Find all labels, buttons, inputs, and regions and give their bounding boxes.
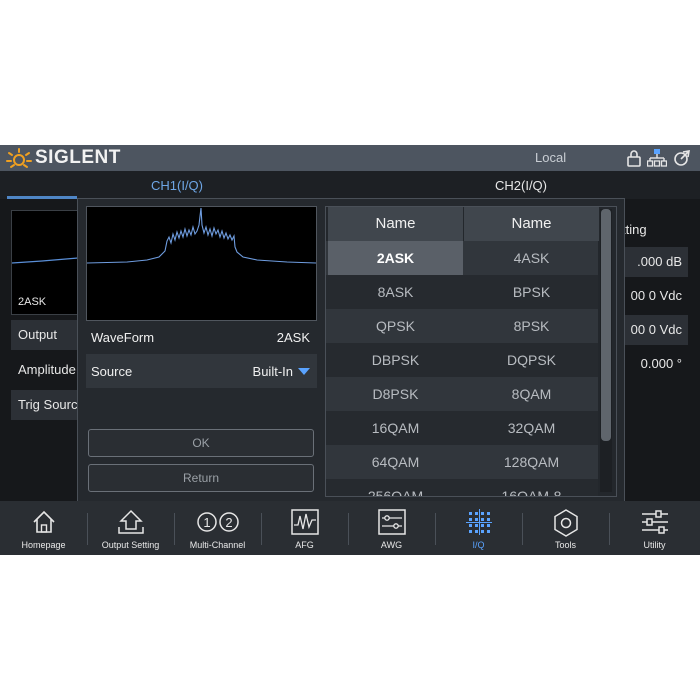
list-item[interactable]: BPSK — [464, 275, 599, 309]
nav-iq[interactable]: I/Q — [435, 501, 522, 555]
dropdown-arrow-icon — [298, 368, 310, 375]
setting-value-4[interactable]: 0.000 ° — [620, 349, 688, 379]
list-item[interactable]: D8PSK — [328, 377, 463, 411]
channel-tabs: CH1(I/Q) CH2(I/Q) — [0, 171, 700, 199]
list-item[interactable]: DQPSK — [464, 343, 599, 377]
list-item[interactable]: 8QAM — [464, 377, 599, 411]
list-item[interactable]: 32QAM — [464, 411, 599, 445]
home-icon — [32, 510, 55, 533]
nav-multi-channel[interactable]: 1 2 Multi-Channel — [174, 501, 261, 555]
waveform-spectrum-preview — [86, 206, 317, 321]
list-item[interactable]: 128QAM — [464, 445, 599, 479]
utility-sliders-icon — [641, 510, 668, 534]
list-row: 256QAM 16QAM-8 — [326, 479, 599, 496]
list-row: 2ASK 4ASK — [326, 241, 598, 275]
list-row: QPSK 8PSK — [326, 309, 598, 343]
waveform-row: WaveForm 2ASK — [86, 320, 317, 354]
preview-label: 2ASK — [18, 296, 47, 308]
waveform-list: Name Name 2ASK 4ASK 8ASK BPSK QPSK 8PSK … — [325, 206, 617, 497]
tools-icon — [553, 509, 578, 537]
output-row[interactable]: Output — [11, 320, 77, 350]
nav-homepage[interactable]: Homepage — [0, 501, 87, 555]
spectrum-trace — [86, 207, 317, 264]
top-bar: SIGLENT Local — [0, 145, 700, 171]
network-icon[interactable] — [647, 148, 667, 168]
list-row: 8ASK BPSK — [326, 275, 598, 309]
tab-ch1[interactable]: CH1(I/Q) — [151, 178, 203, 193]
list-item[interactable]: DBPSK — [328, 343, 463, 377]
list-row: DBPSK DQPSK — [326, 343, 598, 377]
svg-text:1: 1 — [203, 515, 210, 530]
list-item-selected[interactable]: 2ASK — [328, 241, 463, 275]
nav-tools[interactable]: Tools — [522, 501, 609, 555]
settings-title: tting — [622, 222, 647, 237]
active-tab-indicator — [7, 196, 77, 199]
waveform-value: 2ASK — [276, 330, 310, 345]
lock-icon[interactable] — [624, 148, 644, 168]
awg-icon — [377, 509, 406, 535]
amplitude-row[interactable]: Amplitude — [11, 355, 77, 385]
svg-text:2: 2 — [225, 515, 232, 530]
list-item[interactable]: 256QAM — [328, 479, 463, 496]
list-item[interactable]: 8PSK — [464, 309, 599, 343]
setting-value-3[interactable]: 00 0 Vdc — [620, 315, 688, 345]
list-row: D8PSK 8QAM — [326, 377, 598, 411]
return-button[interactable]: Return — [88, 464, 314, 492]
brand-name: SIGLENT — [35, 147, 121, 168]
export-icon[interactable] — [672, 148, 692, 168]
list-item[interactable]: 4ASK — [464, 241, 599, 275]
setting-value-2[interactable]: 00 0 Vdc — [620, 281, 688, 311]
nav-awg[interactable]: AWG — [348, 501, 435, 555]
list-item[interactable]: QPSK — [328, 309, 463, 343]
list-item[interactable]: 16QAM-8 — [464, 479, 599, 496]
list-row: 64QAM 128QAM — [326, 445, 598, 479]
list-row: 16QAM 32QAM — [326, 411, 598, 445]
sun-logo-icon — [6, 148, 32, 168]
setting-value-1[interactable]: .000 dB — [620, 247, 688, 277]
list-item[interactable]: 8ASK — [328, 275, 463, 309]
output-icon — [117, 509, 144, 534]
list-item[interactable]: 16QAM — [328, 411, 463, 445]
list-item[interactable]: 64QAM — [328, 445, 463, 479]
channel-waveform-preview[interactable]: 2ASK — [11, 210, 79, 315]
waveform-select-dialog: WaveForm 2ASK Source Built-In OK Return … — [77, 198, 625, 503]
column-header-name-1: Name — [328, 207, 463, 241]
multi-channel-icon: 1 2 — [196, 512, 239, 532]
column-header-name-2: Name — [464, 207, 599, 241]
siglent-logo: SIGLENT — [6, 147, 121, 169]
scrollbar-thumb[interactable] — [601, 209, 611, 441]
nav-output-setting[interactable]: Output Setting — [87, 501, 174, 555]
waveform-label: WaveForm — [91, 330, 155, 345]
remote-status: Local — [535, 150, 567, 165]
source-value: Built-In — [252, 364, 293, 379]
list-scrollbar[interactable] — [600, 209, 612, 492]
tab-ch2[interactable]: CH2(I/Q) — [495, 178, 547, 193]
iq-constellation-icon — [465, 509, 492, 535]
ok-button[interactable]: OK — [88, 429, 314, 457]
list-header: Name Name — [326, 207, 599, 241]
nav-afg[interactable]: AFG — [261, 501, 348, 555]
trig-source-row[interactable]: Trig Source — [11, 390, 77, 420]
source-dropdown[interactable]: Built-In — [253, 364, 310, 379]
instrument-screen: SIGLENT Local CH1(I/Q) CH2(I/Q) 2ASK Out… — [0, 145, 700, 555]
bottom-nav: Homepage Output Setting 1 2 Multi-Channe… — [0, 501, 700, 555]
nav-utility[interactable]: Utility — [609, 501, 700, 555]
source-label: Source — [91, 364, 133, 379]
source-row[interactable]: Source Built-In — [86, 354, 317, 388]
afg-waveform-icon — [290, 509, 319, 535]
